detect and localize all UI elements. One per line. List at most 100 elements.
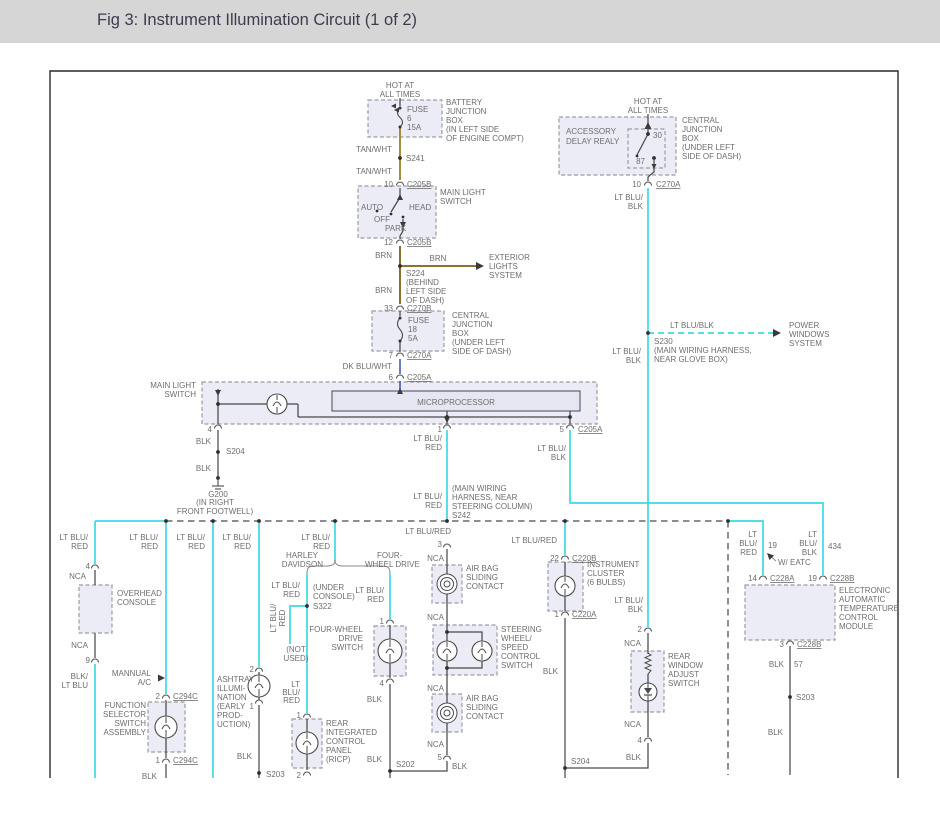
diagram-label: RED: [425, 501, 442, 510]
junction-dot: [398, 156, 402, 160]
connector-pin: [92, 565, 99, 569]
connector-pin: [256, 668, 263, 672]
diagram-label: 1: [555, 610, 560, 619]
diagram-label: HEAD: [409, 203, 431, 212]
diagram-label: 33: [384, 304, 393, 313]
diagram-label: (UNDER LEFT: [452, 338, 505, 347]
diagram-label: BOX: [452, 329, 470, 338]
diagram-label: CONSOLE: [117, 598, 156, 607]
fuse-terminal: [399, 340, 402, 343]
diagram-label: JUNCTION: [682, 125, 723, 134]
connector-pin: [397, 182, 404, 185]
diagram-label: BLU/: [799, 539, 818, 548]
diagram-label: 5: [560, 425, 565, 434]
diagram-label: 7: [389, 351, 394, 360]
junction-dot: [216, 450, 220, 454]
diagram-label: RED: [283, 696, 300, 705]
diagram-label: LT BLU/RED: [512, 536, 558, 545]
diagram-label: 19: [768, 541, 777, 550]
arrowhead: [158, 675, 165, 682]
diagram-label: BATTERY: [446, 98, 483, 107]
diagram-label: S241: [406, 154, 425, 163]
diagram-label: BLK: [551, 453, 567, 462]
diagram-label: BLK: [628, 605, 644, 614]
diagram-label: S230: [654, 337, 673, 346]
diagram-label: LT BLU/: [413, 434, 442, 443]
junction-dot: [333, 519, 337, 523]
connector-pin: [304, 714, 311, 717]
diagram-label: LT: [808, 530, 817, 539]
diagram-label: HOT AT: [634, 97, 662, 106]
diagram-label: LT BLU/: [537, 444, 566, 453]
diagram-label: C205A: [578, 425, 603, 434]
diagram-label: LT BLU/: [271, 581, 300, 590]
diagram-label: ALL TIMES: [380, 90, 420, 99]
diagram-label: FUSE: [408, 316, 429, 325]
diagram-label: TEMPERATURE: [839, 604, 899, 613]
diagram-label: HOT AT: [386, 81, 414, 90]
diagram-label: C205B: [407, 180, 431, 189]
diagram-label: 6: [389, 373, 394, 382]
diagram-label: CONTACT: [466, 582, 504, 591]
diagram-label: DAVIDSON: [282, 560, 323, 569]
diagram-label: (RICP): [326, 755, 351, 764]
diagram-label: SIDE OF DASH): [452, 347, 511, 356]
diagram-label: SWITCH: [501, 661, 533, 670]
connector-pin: [387, 679, 394, 682]
connector-pin: [444, 425, 451, 429]
diagram-label: 5: [438, 753, 443, 762]
diagram-label: 57: [794, 660, 803, 669]
component-box: [368, 100, 442, 137]
contact-dot: [402, 216, 405, 219]
diagram-label: C228A: [770, 574, 795, 583]
junction-dot: [726, 519, 730, 523]
diagram-label: RED: [234, 542, 251, 551]
diagram-label: 15A: [407, 123, 422, 132]
diagram-label: OF ENGINE COMPT): [446, 134, 524, 143]
diagram-label: 10: [384, 180, 393, 189]
diagram-label: STEERING: [501, 625, 542, 634]
diagram-label: NCA: [427, 613, 445, 622]
diagram-label: RED: [283, 590, 300, 599]
diagram-label: RED: [367, 595, 384, 604]
diagram-label: S203: [796, 693, 815, 702]
diagram-label: 30: [653, 131, 662, 140]
diagram-label: C270B: [407, 304, 431, 313]
diagram-label: LT BLU/: [614, 193, 643, 202]
diagram-label: NEAR GLOVE BOX): [654, 355, 728, 364]
diagram-label: ADJUST: [668, 670, 699, 679]
diagram-label: (UNDER: [313, 583, 344, 592]
diagram-label: SWITCH: [668, 679, 700, 688]
diagram-label: SWITCH: [331, 643, 363, 652]
diagram-label: 18: [408, 325, 417, 334]
diagram-label: MAIN LIGHT: [150, 381, 196, 390]
diagram-label: TAN/WHT: [356, 145, 392, 154]
diagram-label: BRN: [375, 251, 392, 260]
diagram-label: ASSEMBLY: [103, 728, 146, 737]
diagram-label: SWITCH: [114, 719, 146, 728]
diagram-label: CONTACT: [466, 712, 504, 721]
diagram-label: C205B: [407, 238, 431, 247]
junction-dot: [563, 519, 567, 523]
component-box: [79, 585, 112, 633]
diagram-label: (BEHIND: [406, 278, 439, 287]
diagram-label: RED: [740, 548, 757, 557]
diagram-label: LT BLU/RED: [406, 527, 452, 536]
diagram-label: INSTRUMENT: [587, 560, 640, 569]
diagram-label: BLK: [367, 755, 383, 764]
diagram-label: PANEL: [326, 746, 352, 755]
diagram-label: INTEGRATED: [326, 728, 377, 737]
diagram-label: ILLUMI-: [217, 684, 246, 693]
diagram-label: MANNUAL: [112, 669, 152, 678]
diagram-label: 2: [250, 665, 255, 674]
wire: [290, 606, 307, 644]
component-box: [559, 117, 676, 175]
diagram-label: (IN LEFT SIDE: [446, 125, 499, 134]
connector-pin: [163, 695, 170, 698]
diagram-label: 19: [808, 574, 817, 583]
diagram-label: 9: [86, 656, 91, 665]
diagram-label: PROD-: [217, 711, 243, 720]
diagram-label: OFF: [374, 215, 390, 224]
junction-dot: [388, 769, 392, 773]
diagram-label: LT BLU/: [301, 533, 330, 542]
